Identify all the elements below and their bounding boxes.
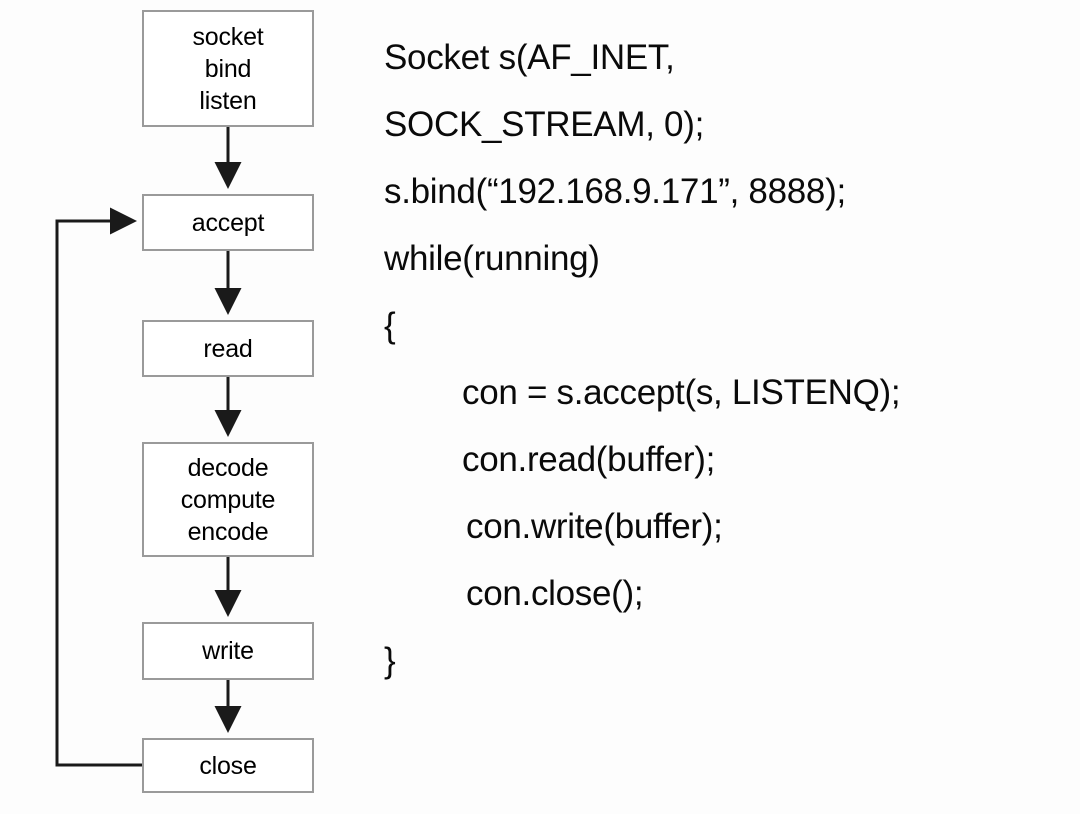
code-line: con.write(buffer); [466,507,723,546]
flow-node-line: encode [187,517,269,546]
code-line: con.read(buffer); [462,440,716,479]
flow-node-read[interactable]: read [142,320,314,377]
flow-node-line: compute [180,485,276,514]
flow-node-line: accept [191,208,265,237]
flow-node-close[interactable]: close [142,738,314,793]
code-line: SOCK_STREAM, 0); [384,105,704,144]
code-line: Socket s(AF_INET, [384,38,675,77]
code-line: while(running) [384,239,600,278]
flow-node-line: bind [204,54,252,83]
flowchart: socket bind listen accept read decode co… [0,0,360,814]
flow-node-line: listen [199,86,257,115]
edge-close-to-accept-loop [55,207,142,767]
code-line: s.bind(“192.168.9.171”, 8888); [384,172,846,211]
flow-node-decode-compute-encode[interactable]: decode compute encode [142,442,314,557]
flow-node-socket-bind-listen[interactable]: socket bind listen [142,10,314,127]
flow-node-line: read [203,334,253,363]
flow-node-line: write [202,637,254,665]
code-line-close-brace: } [384,641,396,680]
flow-node-line: decode [187,453,269,482]
pseudocode-block: Socket s(AF_INET, SOCK_STREAM, 0); s.bin… [384,24,1044,694]
code-line: con.close(); [466,574,644,613]
diagram-canvas: socket bind listen accept read decode co… [0,0,1080,814]
flow-node-write[interactable]: write [142,622,314,680]
flow-node-accept[interactable]: accept [142,194,314,251]
code-line: con = s.accept(s, LISTENQ); [462,373,901,412]
code-line-open-brace: { [384,306,396,345]
flow-node-line: socket [192,22,264,51]
flow-node-line: close [199,751,257,780]
